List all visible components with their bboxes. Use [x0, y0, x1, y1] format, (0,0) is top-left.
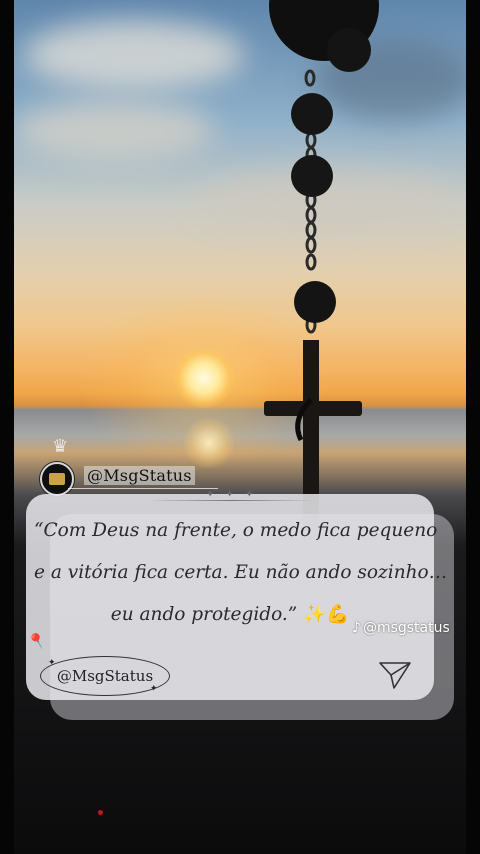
- quote-line-text: eu ando protegido.”: [110, 604, 298, 625]
- stars-decoration: ✦ ✦ ✦: [206, 489, 258, 500]
- card-handle: @MsgStatus: [56, 667, 154, 685]
- send-icon[interactable]: [378, 660, 412, 690]
- sparkle-muscle-emoji: ✨💪: [303, 604, 350, 625]
- quote-line: e a vitória fica certa. Eu não ando sozi…: [34, 562, 448, 583]
- top-watermark: ♛ @MsgStatus: [38, 436, 218, 496]
- quote-text: “Com Deus na frente, o medo fica pequeno…: [34, 510, 448, 636]
- background-photo: [14, 0, 466, 854]
- quote-line: “Com Deus na frente, o medo fica pequeno: [34, 520, 438, 541]
- red-dot: [98, 810, 103, 815]
- logo-badge: [40, 462, 74, 496]
- top-handle: @MsgStatus: [84, 466, 195, 485]
- divider: [68, 488, 218, 489]
- tiktok-watermark: ♪ @msgstatus: [352, 620, 450, 636]
- sparkle-icon: ✦: [48, 658, 56, 668]
- sparkle-icon: ✦: [150, 684, 158, 694]
- divider: [146, 500, 316, 501]
- tiktok-icon: ♪: [352, 620, 361, 636]
- tiktok-handle: @msgstatus: [362, 620, 450, 636]
- crown-icon: ♛: [52, 436, 69, 457]
- quote-card: ✦ ✦ ✦ “Com Deus na frente, o medo fica p…: [25, 489, 448, 700]
